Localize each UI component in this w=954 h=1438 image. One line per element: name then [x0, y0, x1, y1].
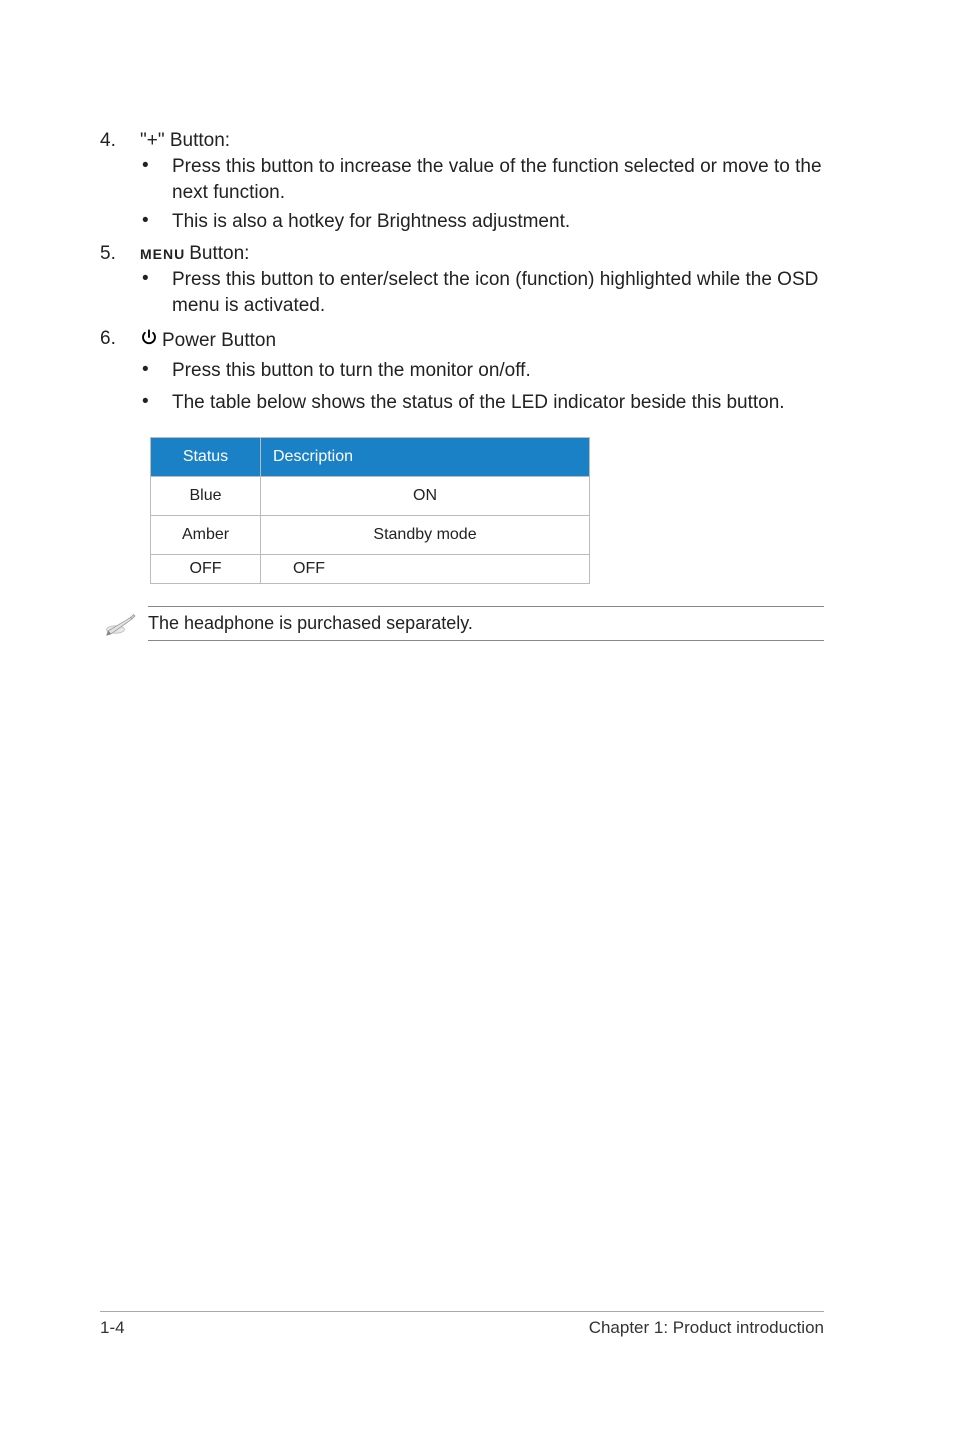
bullet-dot: •: [140, 209, 172, 235]
bullet-text: Press this button to increase the value …: [172, 154, 824, 205]
bullet-text: This is also a hotkey for Brightness adj…: [172, 209, 824, 235]
list-item-5: 5. MENU Button: • Press this button to e…: [100, 243, 824, 322]
note-icon: [100, 606, 148, 651]
td-description: OFF: [261, 555, 590, 584]
footer-row: 1-4 Chapter 1: Product introduction: [100, 1318, 824, 1338]
bullet-dot: •: [140, 267, 172, 318]
menu-label-bold: MENU: [140, 246, 185, 262]
led-status-table-wrap: Status Description Blue ON Amber Standby…: [150, 437, 824, 584]
td-status: Blue: [151, 477, 261, 516]
sub-bullet: • Press this button to enter/select the …: [140, 267, 824, 318]
td-status: OFF: [151, 555, 261, 584]
list-content: MENU Button: • Press this button to ente…: [140, 243, 824, 322]
title-text: Power Button: [162, 330, 276, 352]
power-icon: [140, 328, 158, 352]
bullet-text: Press this button to turn the monitor on…: [172, 358, 824, 384]
sub-bullet: • This is also a hotkey for Brightness a…: [140, 209, 824, 235]
bullet-text: The table below shows the status of the …: [172, 390, 824, 416]
title-text: Button:: [189, 243, 249, 265]
sub-bullet: • The table below shows the status of th…: [140, 390, 824, 416]
led-status-table: Status Description Blue ON Amber Standby…: [150, 437, 590, 584]
td-description: ON: [261, 477, 590, 516]
th-description: Description: [261, 438, 590, 477]
list-number: 5.: [100, 243, 140, 322]
table-row: Blue ON: [151, 477, 590, 516]
bullet-dot: •: [140, 154, 172, 205]
footer-page-number: 1-4: [100, 1318, 125, 1338]
list-title: Power Button: [140, 328, 824, 352]
note-row: The headphone is purchased separately.: [100, 606, 824, 651]
footer-rule: [100, 1311, 824, 1312]
sub-bullets: • Press this button to increase the valu…: [140, 154, 824, 235]
footer-chapter: Chapter 1: Product introduction: [589, 1318, 824, 1338]
sub-bullet: • Press this button to turn the monitor …: [140, 358, 824, 384]
list-number: 6.: [100, 328, 140, 419]
table-row: OFF OFF: [151, 555, 590, 584]
sub-bullet: • Press this button to increase the valu…: [140, 154, 824, 205]
th-status: Status: [151, 438, 261, 477]
table-header-row: Status Description: [151, 438, 590, 477]
list-title: "+" Button:: [140, 130, 824, 152]
note-box: The headphone is purchased separately.: [148, 606, 824, 641]
note-text: The headphone is purchased separately.: [148, 613, 473, 633]
list-item-6: 6. Power Button • Press this button to t…: [100, 328, 824, 419]
td-description: Standby mode: [261, 516, 590, 555]
page-footer: 1-4 Chapter 1: Product introduction: [0, 1311, 954, 1338]
list-item-4: 4. "+" Button: • Press this button to in…: [100, 130, 824, 239]
title-text: "+" Button:: [140, 130, 230, 152]
bullet-text: Press this button to enter/select the ic…: [172, 267, 824, 318]
list-content: "+" Button: • Press this button to incre…: [140, 130, 824, 239]
td-status: Amber: [151, 516, 261, 555]
list-number: 4.: [100, 130, 140, 239]
bullet-dot: •: [140, 390, 172, 416]
sub-bullets: • Press this button to turn the monitor …: [140, 358, 824, 415]
page-content: 4. "+" Button: • Press this button to in…: [0, 0, 954, 651]
list-title: MENU Button:: [140, 243, 824, 265]
list-content: Power Button • Press this button to turn…: [140, 328, 824, 419]
table-row: Amber Standby mode: [151, 516, 590, 555]
sub-bullets: • Press this button to enter/select the …: [140, 267, 824, 318]
bullet-dot: •: [140, 358, 172, 384]
